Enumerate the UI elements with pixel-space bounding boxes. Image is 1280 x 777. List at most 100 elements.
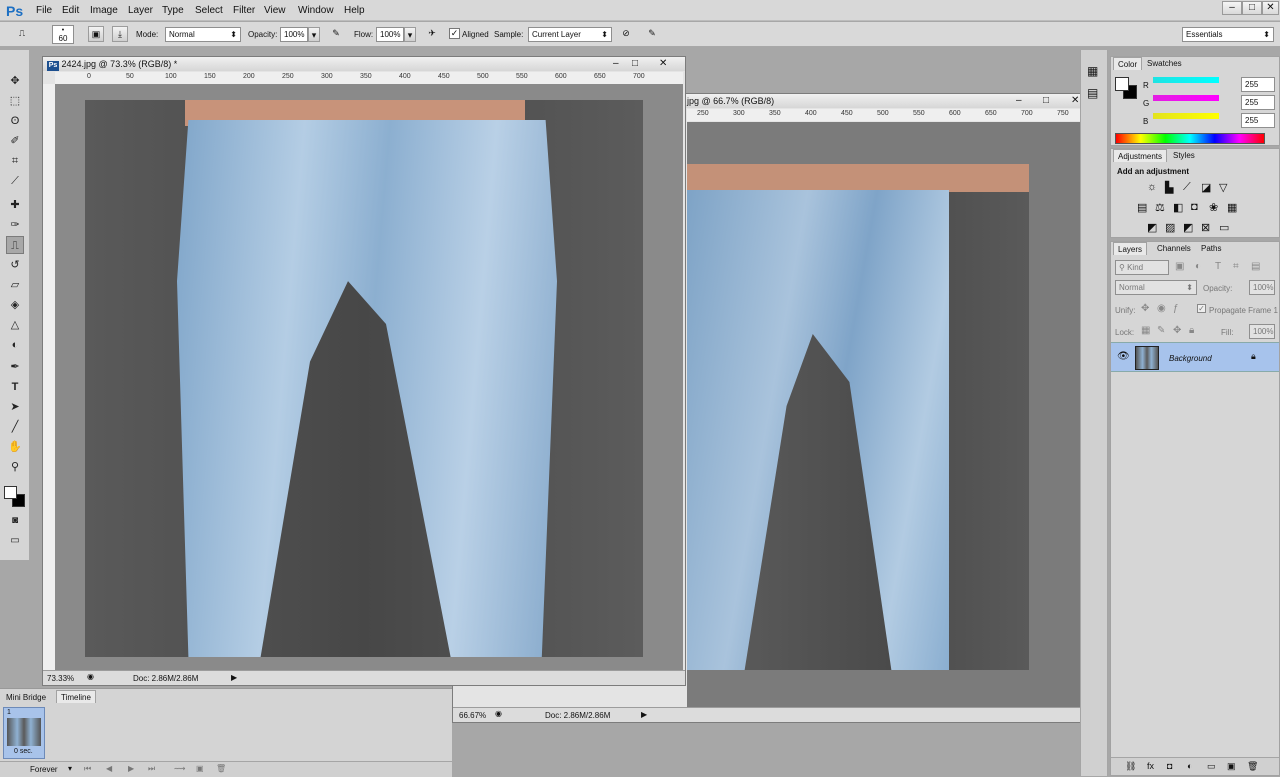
chevron-down-icon[interactable]: ▾: [68, 764, 72, 773]
opacity-dropdown[interactable]: ▾: [308, 27, 320, 42]
pressure-opacity-icon[interactable]: ✎: [328, 26, 344, 42]
menu-file[interactable]: File: [36, 5, 52, 16]
brush-panel-icon[interactable]: ▣: [88, 26, 104, 42]
doc-maximize-button[interactable]: □: [1043, 95, 1049, 106]
airbrush-icon[interactable]: ✈: [424, 26, 440, 42]
clone-stamp-preset-icon[interactable]: ⎍: [14, 26, 30, 42]
tab-adjustments[interactable]: Adjustments: [1113, 149, 1168, 162]
paint-bucket-icon[interactable]: ◈: [6, 296, 24, 314]
ignore-adjustment-icon[interactable]: ⊘: [618, 26, 634, 42]
frame-delay[interactable]: 0 sec.: [14, 748, 33, 755]
doc-minimize-button[interactable]: –: [613, 58, 619, 69]
menu-select[interactable]: Select: [195, 5, 223, 16]
foreground-color-swatch[interactable]: [1115, 77, 1129, 91]
quick-select-icon[interactable]: ✐: [6, 132, 24, 150]
previous-frame-icon[interactable]: ◀: [106, 764, 112, 773]
clone-source-icon[interactable]: ⤓: [112, 26, 128, 42]
menu-edit[interactable]: Edit: [62, 5, 79, 16]
app-maximize-button[interactable]: □: [1242, 1, 1262, 15]
tween-icon[interactable]: ⟿: [174, 764, 185, 773]
exposure-icon[interactable]: ◪: [1201, 181, 1211, 194]
brush-size-picker[interactable]: • 60: [52, 25, 74, 44]
workspace-select[interactable]: Essentials ⬍: [1182, 27, 1274, 42]
color-balance-icon[interactable]: ⚖: [1155, 201, 1165, 214]
lock-pixels-icon[interactable]: ✎: [1157, 325, 1165, 336]
tab-timeline[interactable]: Timeline: [56, 690, 96, 703]
lock-position-icon[interactable]: ✥: [1173, 325, 1181, 336]
visibility-eye-icon[interactable]: 👁︎: [1117, 351, 1130, 362]
hand-tool-icon[interactable]: ✋: [6, 438, 24, 456]
layer-mask-icon[interactable]: ◘: [1167, 761, 1172, 771]
crop-tool-icon[interactable]: ⌗: [6, 152, 24, 170]
curves-icon[interactable]: ⟋: [1183, 181, 1191, 194]
delete-layer-icon[interactable]: 🗑︎: [1247, 761, 1258, 772]
adjustment-layer-icon[interactable]: ◐: [1187, 761, 1192, 771]
delete-frame-icon[interactable]: 🗑︎: [216, 764, 226, 773]
black-white-icon[interactable]: ◧: [1173, 201, 1183, 214]
type-tool-icon[interactable]: T: [6, 378, 24, 396]
tab-paths[interactable]: Paths: [1197, 242, 1225, 255]
blue-channel-input[interactable]: 255: [1241, 113, 1275, 128]
filter-pixel-icon[interactable]: ▣: [1175, 261, 1184, 272]
canvas-area[interactable]: [687, 122, 1087, 708]
gradient-map-icon[interactable]: ▭: [1219, 221, 1229, 234]
zoom-level[interactable]: 73.33%: [47, 674, 74, 683]
menu-filter[interactable]: Filter: [233, 5, 255, 16]
zoom-tool-icon[interactable]: ⚲: [6, 458, 24, 476]
flow-input[interactable]: 100%: [376, 27, 404, 42]
sample-select[interactable]: Current Layer ⬍: [528, 27, 612, 42]
healing-brush-icon[interactable]: ✚: [6, 196, 24, 214]
marquee-tool-icon[interactable]: ⬚: [6, 92, 24, 110]
share-icon[interactable]: ◉: [87, 672, 94, 681]
line-tool-icon[interactable]: ╱: [6, 418, 24, 436]
tab-layers[interactable]: Layers: [1113, 242, 1148, 255]
red-channel-slider[interactable]: [1153, 77, 1219, 83]
dodge-tool-icon[interactable]: ◐: [6, 336, 24, 354]
lasso-tool-icon[interactable]: ʘ: [6, 112, 24, 130]
history-brush-icon[interactable]: ↺: [6, 256, 24, 274]
blend-mode-select[interactable]: Normal ⬍: [1115, 280, 1197, 295]
tab-swatches[interactable]: Swatches: [1143, 57, 1186, 70]
pen-tool-icon[interactable]: ✒: [6, 358, 24, 376]
path-select-icon[interactable]: ➤: [6, 398, 24, 416]
eraser-icon[interactable]: ▱: [6, 276, 24, 294]
menu-window[interactable]: Window: [298, 5, 334, 16]
unify-position-icon[interactable]: ✥: [1141, 303, 1149, 314]
green-channel-slider[interactable]: [1153, 95, 1219, 101]
doc-close-button[interactable]: ✕: [1071, 95, 1079, 106]
menu-layer[interactable]: Layer: [128, 5, 153, 16]
app-minimize-button[interactable]: –: [1222, 1, 1242, 15]
doc-minimize-button[interactable]: –: [1016, 95, 1022, 106]
layer-row-background[interactable]: 👁︎ Background 🔒︎: [1111, 342, 1279, 372]
filter-adjustment-icon[interactable]: ◐: [1195, 261, 1201, 272]
first-frame-icon[interactable]: ⏮: [84, 764, 91, 774]
foreground-color-swatch[interactable]: [4, 486, 17, 499]
link-layers-icon[interactable]: ⛓: [1125, 761, 1136, 772]
duplicate-frame-icon[interactable]: ▣: [196, 764, 204, 773]
layer-kind-filter[interactable]: ⚲ Kind: [1115, 260, 1169, 275]
quick-mask-icon[interactable]: ◙: [6, 512, 24, 530]
layer-opacity-input[interactable]: 100%: [1249, 280, 1275, 295]
screen-mode-icon[interactable]: ▭: [6, 532, 24, 550]
tab-color[interactable]: Color: [1113, 57, 1143, 70]
lock-all-icon[interactable]: 🔒︎: [1189, 325, 1194, 336]
eyedropper-icon[interactable]: ⟋: [6, 172, 24, 190]
next-frame-icon[interactable]: ⏭: [148, 764, 155, 774]
menu-type[interactable]: Type: [162, 5, 184, 16]
hue-saturation-icon[interactable]: ▤: [1137, 201, 1147, 214]
posterize-icon[interactable]: ▨: [1165, 221, 1175, 234]
new-group-icon[interactable]: ▭: [1207, 761, 1216, 772]
animation-frame[interactable]: 1 0 sec.: [3, 707, 45, 759]
filter-smart-object-icon[interactable]: ▤: [1251, 261, 1260, 272]
unify-visibility-icon[interactable]: ◉: [1157, 303, 1166, 314]
status-menu-arrow-icon[interactable]: ▶: [231, 673, 237, 682]
vibrance-icon[interactable]: ▽: [1219, 181, 1227, 194]
threshold-icon[interactable]: ◩: [1183, 221, 1193, 234]
brush-tool-icon[interactable]: ✑: [6, 216, 24, 234]
brightness-contrast-icon[interactable]: ☼: [1147, 181, 1157, 193]
lock-transparent-icon[interactable]: ▦: [1141, 325, 1150, 336]
selective-color-icon[interactable]: ⊠: [1201, 221, 1210, 234]
loop-select[interactable]: Forever: [30, 765, 58, 774]
filter-shape-icon[interactable]: ⌗: [1233, 261, 1239, 272]
doc-close-button[interactable]: ✕: [659, 58, 667, 69]
